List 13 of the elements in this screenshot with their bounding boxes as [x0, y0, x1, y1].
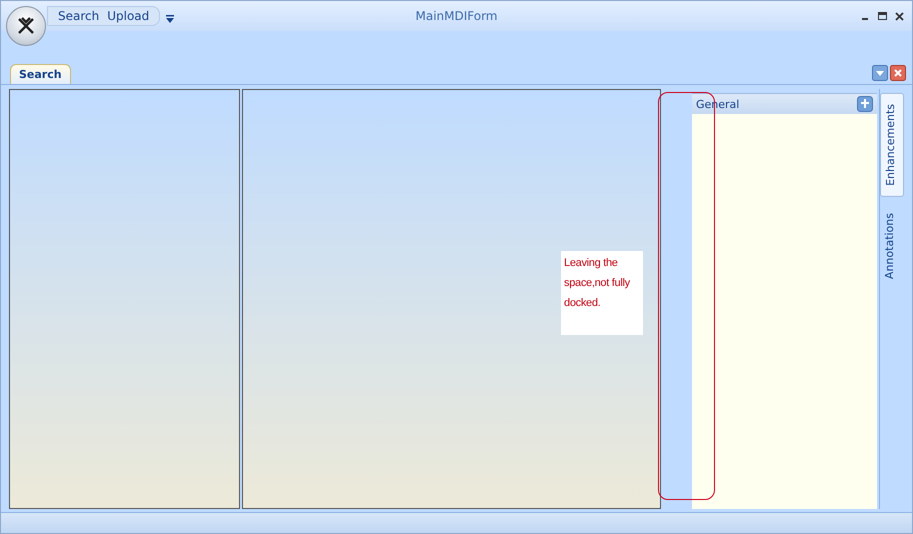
quick-access-button[interactable]: Search: [54, 9, 104, 23]
window-title: MainMDIForm: [415, 9, 498, 23]
side-tab[interactable]: Annotations: [880, 202, 904, 289]
side-tab[interactable]: Enhancements: [880, 93, 904, 197]
dropdown-arrow-icon[interactable]: [166, 15, 174, 23]
maximize-icon[interactable]: [878, 12, 887, 20]
close-icon[interactable]: [890, 65, 906, 81]
quick-access-button[interactable]: Upload: [103, 9, 154, 23]
dropdown-icon[interactable]: [872, 65, 888, 81]
ribbon-tab[interactable]: Search: [10, 64, 71, 84]
note-text: Leaving the space,not fully docked.: [561, 251, 643, 335]
close-icon[interactable]: [895, 12, 904, 20]
application-button[interactable]: [6, 6, 46, 46]
